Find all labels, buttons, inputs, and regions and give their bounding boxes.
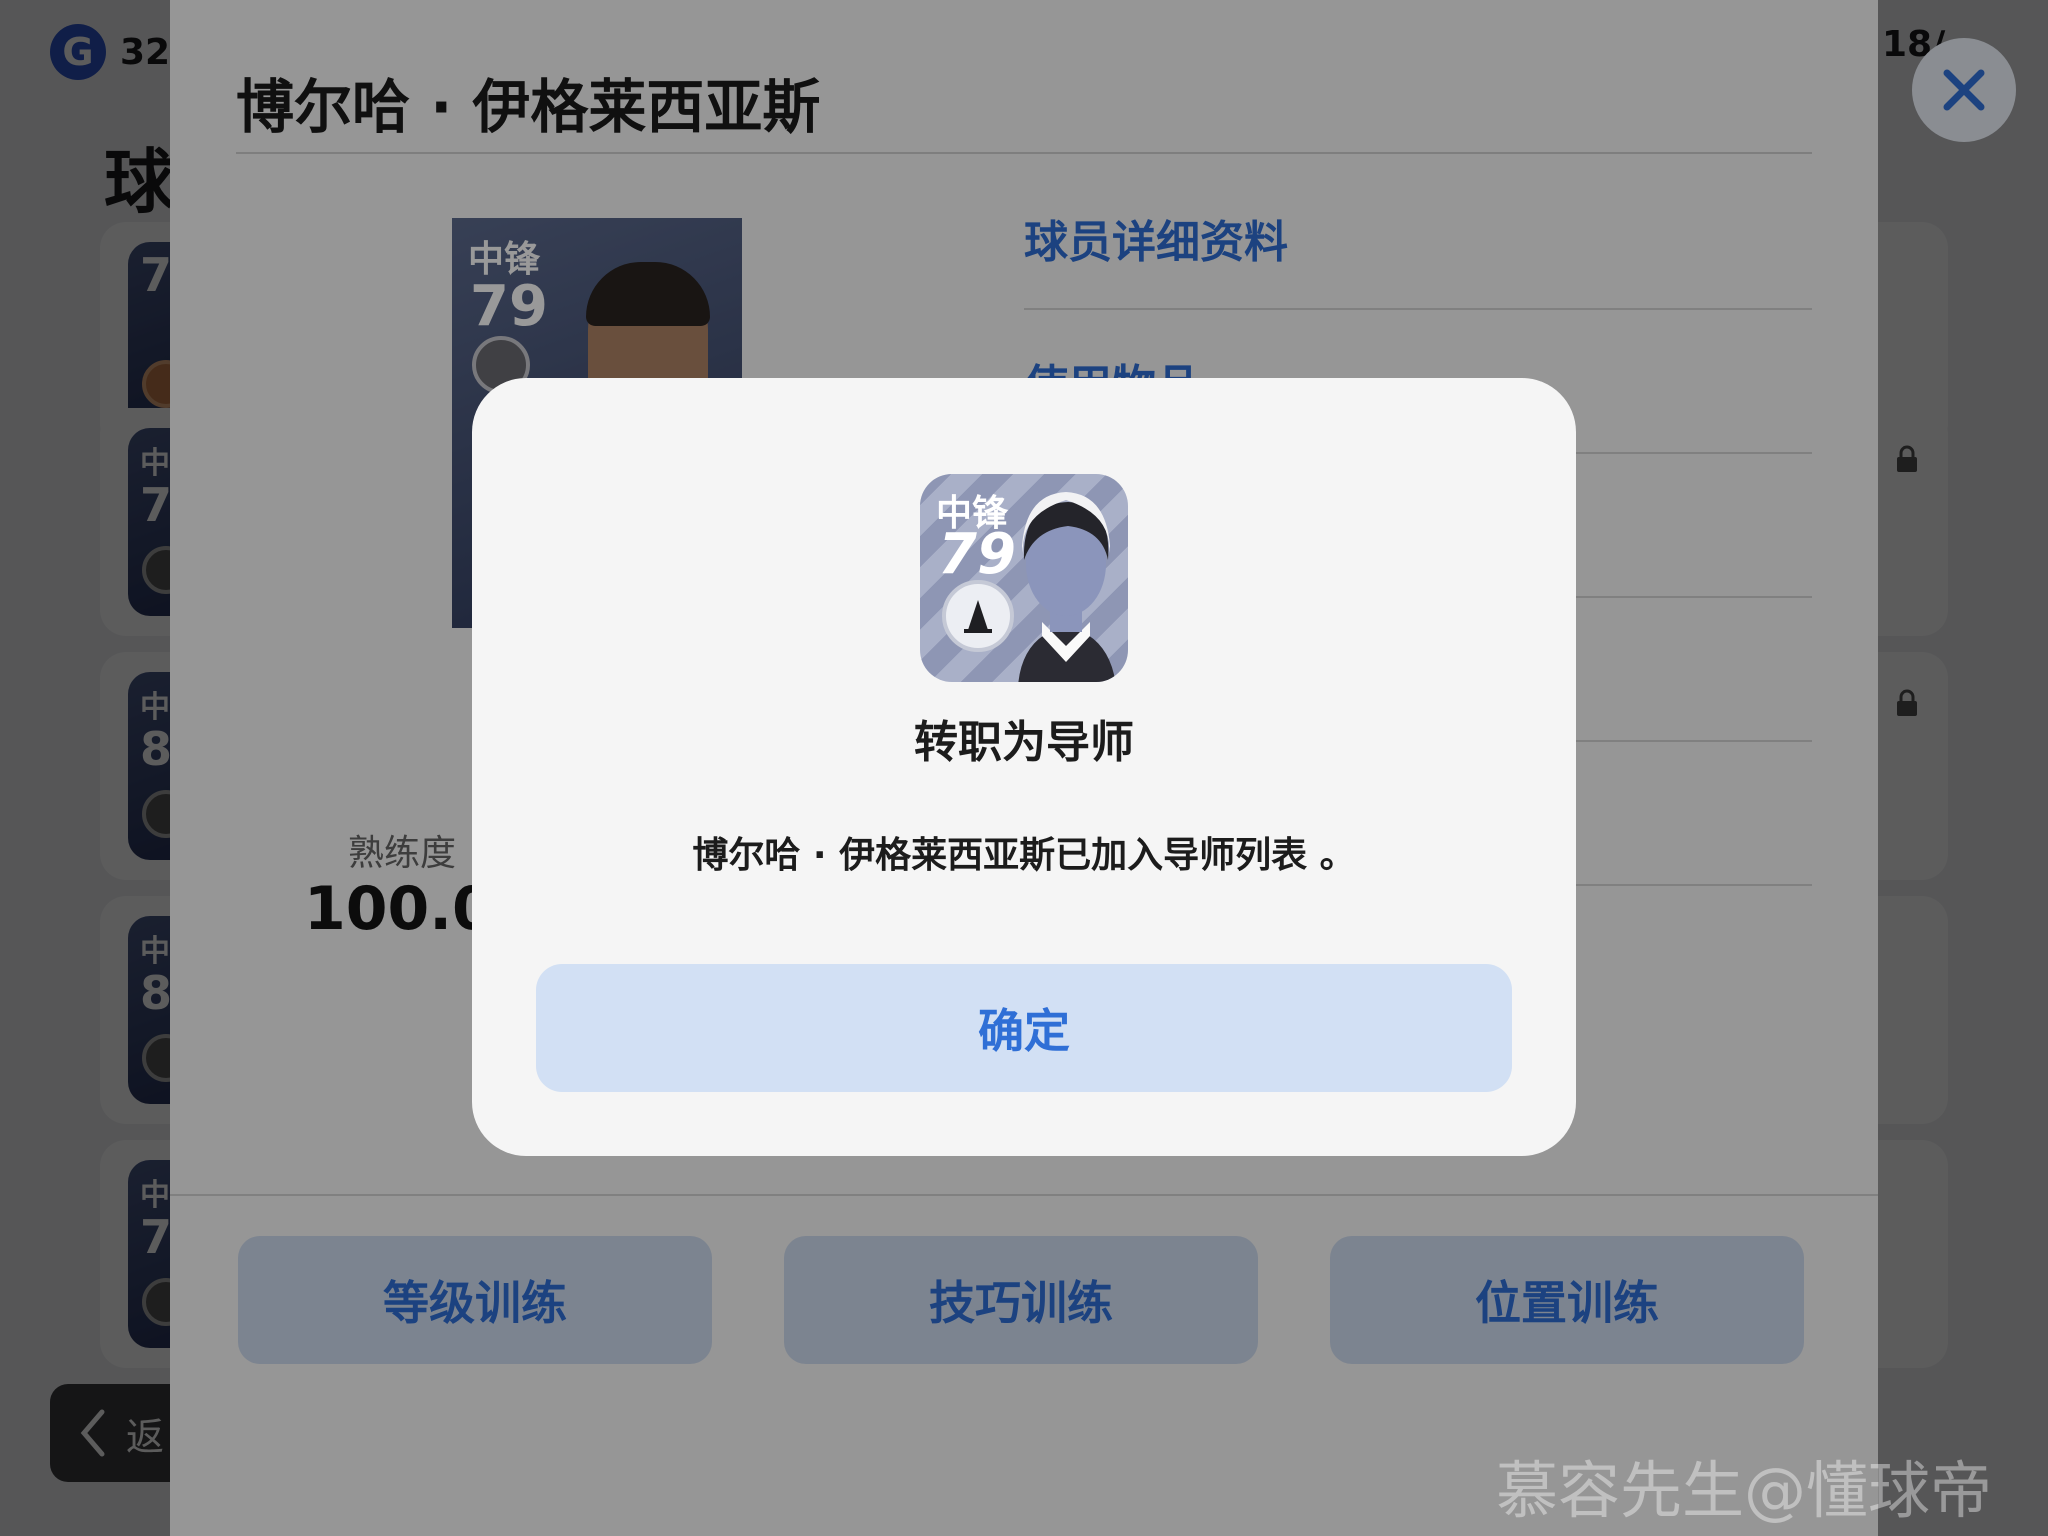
dialog-title: 转职为导师: [914, 717, 1134, 768]
coach-card: 中锋 79: [920, 474, 1128, 682]
dialog-message: 博尔哈 · 伊格莱西亚斯已加入导师列表 。: [692, 835, 1356, 876]
watermark: 慕容先生@懂球帝: [1496, 1454, 1993, 1527]
mentor-conversion-dialog: 中锋 79 转职为导师 博尔哈 · 伊格莱西亚斯已加入导师列表 。 确定: [472, 378, 1576, 1156]
coach-cone-icon: [942, 580, 1014, 652]
confirm-button[interactable]: 确定: [536, 964, 1512, 1092]
card-rating: 79: [938, 522, 1016, 587]
player-silhouette: [1018, 492, 1116, 682]
